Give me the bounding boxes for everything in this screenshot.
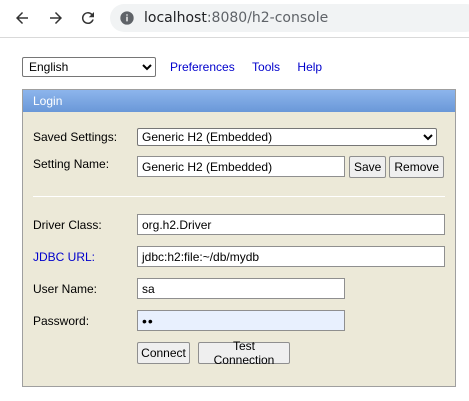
login-header: Login <box>23 90 455 112</box>
action-buttons: Connect Test Connection <box>137 339 290 367</box>
user-name-label: User Name: <box>33 281 98 296</box>
test-connection-button[interactable]: Test Connection <box>198 339 290 367</box>
jdbc-url-input[interactable]: jdbc:h2:file:~/db/mydb <box>137 246 445 267</box>
jdbc-url-label[interactable]: JDBC URL: <box>33 250 137 264</box>
help-link[interactable]: Help <box>297 60 322 74</box>
preferences-link[interactable]: Preferences <box>170 60 235 74</box>
site-info-icon[interactable] <box>118 9 136 27</box>
saved-settings-select[interactable]: Generic H2 (Embedded) <box>137 128 437 146</box>
divider <box>33 196 445 197</box>
save-button[interactable]: Save <box>349 156 387 178</box>
password-mask: •• <box>142 312 154 329</box>
setting-name-input[interactable]: Generic H2 (Embedded) <box>137 156 345 177</box>
driver-class-row: Driver Class: org.h2.Driver <box>33 214 445 235</box>
top-links: Preferences Tools Help <box>156 60 322 74</box>
saved-settings-row: Saved Settings: Generic H2 (Embedded) <box>33 128 437 146</box>
user-name-row: User Name: sa <box>33 278 345 299</box>
password-label: Password: <box>33 313 90 328</box>
connect-button[interactable]: Connect <box>137 342 190 364</box>
password-input[interactable]: •• <box>137 310 345 331</box>
password-row: Password: •• <box>33 310 345 331</box>
user-name-input[interactable]: sa <box>137 278 345 299</box>
forward-arrow-icon[interactable] <box>44 6 68 30</box>
back-arrow-icon[interactable] <box>10 6 34 30</box>
jdbc-url-row: JDBC URL: jdbc:h2:file:~/db/mydb <box>33 246 445 267</box>
driver-class-label: Driver Class: <box>33 217 102 232</box>
language-select[interactable]: English <box>22 57 156 77</box>
saved-settings-label: Saved Settings: <box>33 130 118 144</box>
tools-link[interactable]: Tools <box>252 60 280 74</box>
reload-icon[interactable] <box>76 6 100 30</box>
driver-class-input[interactable]: org.h2.Driver <box>137 214 445 235</box>
login-panel: Login Saved Settings: Generic H2 (Embedd… <box>22 89 456 387</box>
browser-toolbar: localhost:8080/h2-console <box>0 0 469 38</box>
url-text: localhost:8080/h2-console <box>144 10 329 26</box>
remove-button[interactable]: Remove <box>389 156 445 178</box>
setting-name-row: Setting Name: Generic H2 (Embedded) Save… <box>33 156 445 178</box>
setting-name-label: Setting Name: <box>33 157 110 171</box>
address-bar[interactable]: localhost:8080/h2-console <box>110 4 469 32</box>
top-menu: English Preferences Tools Help <box>22 57 322 77</box>
